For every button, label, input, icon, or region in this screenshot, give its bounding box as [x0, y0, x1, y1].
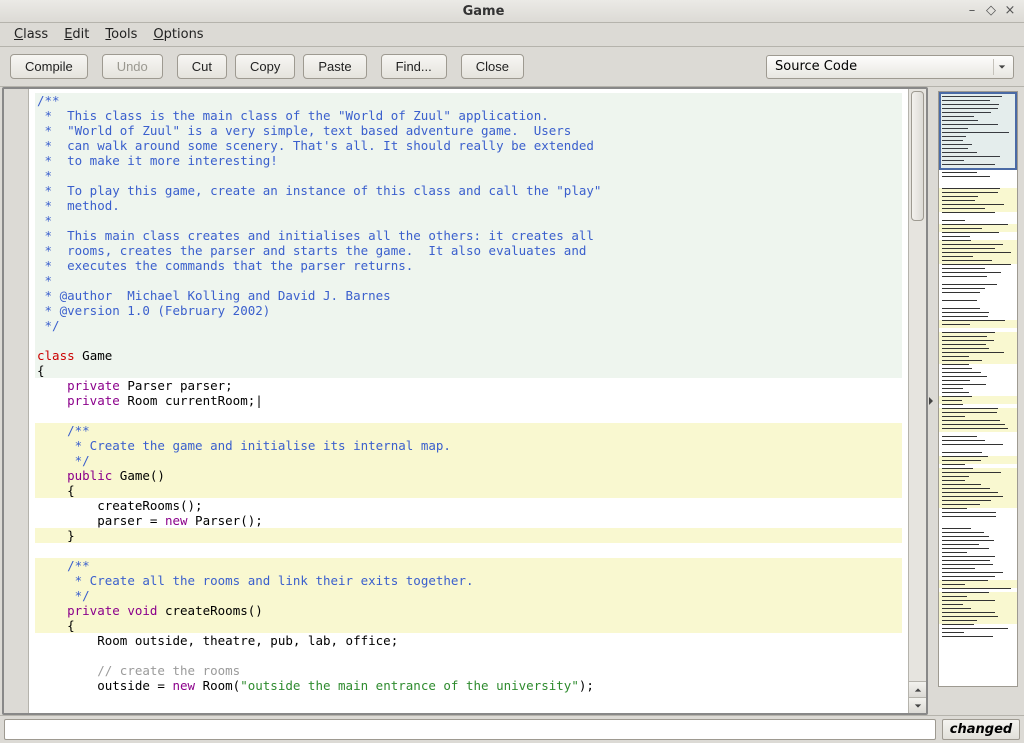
- toolbar: Compile Undo Cut Copy Paste Find... Clos…: [0, 47, 1024, 87]
- code-line[interactable]: * to make it more interesting!: [35, 153, 902, 168]
- code-line[interactable]: * To play this game, create an instance …: [35, 183, 902, 198]
- minimap-viewport[interactable]: [939, 92, 1017, 170]
- code-line[interactable]: [35, 648, 902, 663]
- code-line[interactable]: * rooms, creates the parser and starts t…: [35, 243, 902, 258]
- menubar: Class Edit Tools Options: [0, 23, 1024, 47]
- code-line[interactable]: private void createRooms(): [35, 603, 902, 618]
- paste-button[interactable]: Paste: [303, 54, 366, 79]
- menu-tools[interactable]: Tools: [99, 25, 143, 44]
- code-line[interactable]: class Game: [35, 348, 902, 363]
- scrollbar-thumb[interactable]: [911, 91, 924, 221]
- code-line[interactable]: {: [35, 618, 902, 633]
- close-button[interactable]: Close: [461, 54, 524, 79]
- status-message: [4, 719, 936, 740]
- code-line[interactable]: */: [35, 318, 902, 333]
- editor-frame: /** * This class is the main class of th…: [2, 87, 928, 715]
- code-line[interactable]: private Parser parser;: [35, 378, 902, 393]
- code-line[interactable]: /**: [35, 93, 902, 108]
- minimap-panel: [934, 87, 1022, 715]
- statusbar: changed: [0, 715, 1024, 743]
- copy-button[interactable]: Copy: [235, 54, 295, 79]
- maximize-button[interactable]: ◇: [983, 3, 999, 19]
- code-line[interactable]: Room outside, theatre, pub, lab, office;: [35, 633, 902, 648]
- scroll-up-button[interactable]: [909, 681, 926, 697]
- code-line[interactable]: {: [35, 363, 902, 378]
- code-line[interactable]: [35, 543, 902, 558]
- code-line[interactable]: [35, 333, 902, 348]
- code-line[interactable]: * method.: [35, 198, 902, 213]
- code-line[interactable]: outside = new Room("outside the main ent…: [35, 678, 902, 693]
- code-line[interactable]: * Create all the rooms and link their ex…: [35, 573, 902, 588]
- code-line[interactable]: * This class is the main class of the "W…: [35, 108, 902, 123]
- code-line[interactable]: *: [35, 168, 902, 183]
- main-area: /** * This class is the main class of th…: [0, 87, 1024, 715]
- code-line[interactable]: */: [35, 453, 902, 468]
- breakpoint-gutter[interactable]: [4, 89, 29, 713]
- code-line[interactable]: */: [35, 588, 902, 603]
- code-line[interactable]: /**: [35, 423, 902, 438]
- code-line[interactable]: parser = new Parser();: [35, 513, 902, 528]
- status-changed-badge: changed: [942, 719, 1020, 740]
- chevron-down-icon: [993, 59, 1009, 75]
- menu-class[interactable]: Class: [8, 25, 54, 44]
- scroll-down-button[interactable]: [909, 697, 926, 713]
- code-line[interactable]: * can walk around some scenery. That's a…: [35, 138, 902, 153]
- window-title: Game: [6, 4, 961, 19]
- menu-edit[interactable]: Edit: [58, 25, 95, 44]
- code-line[interactable]: // create the rooms: [35, 663, 902, 678]
- minimize-button[interactable]: –: [964, 3, 980, 19]
- code-line[interactable]: * executes the commands that the parser …: [35, 258, 902, 273]
- close-window-button[interactable]: ×: [1002, 3, 1018, 19]
- code-line[interactable]: * @version 1.0 (February 2002): [35, 303, 902, 318]
- titlebar: Game – ◇ ×: [0, 0, 1024, 23]
- code-line[interactable]: private Room currentRoom;|: [35, 393, 902, 408]
- view-dropdown-label: Source Code: [775, 59, 993, 74]
- code-line[interactable]: * @author Michael Kolling and David J. B…: [35, 288, 902, 303]
- view-dropdown[interactable]: Source Code: [766, 55, 1014, 79]
- compile-button[interactable]: Compile: [10, 54, 88, 79]
- code-line[interactable]: }: [35, 528, 902, 543]
- code-line[interactable]: * This main class creates and initialise…: [35, 228, 902, 243]
- code-line[interactable]: *: [35, 213, 902, 228]
- code-line[interactable]: public Game(): [35, 468, 902, 483]
- code-line[interactable]: * "World of Zuul" is a very simple, text…: [35, 123, 902, 138]
- code-line[interactable]: {: [35, 483, 902, 498]
- find-button[interactable]: Find...: [381, 54, 447, 79]
- minimap[interactable]: [938, 91, 1018, 687]
- vertical-scrollbar[interactable]: [908, 89, 926, 713]
- menu-options[interactable]: Options: [147, 25, 209, 44]
- undo-button[interactable]: Undo: [102, 54, 163, 79]
- code-line[interactable]: createRooms();: [35, 498, 902, 513]
- code-line[interactable]: [35, 408, 902, 423]
- code-line[interactable]: /**: [35, 558, 902, 573]
- code-line[interactable]: * Create the game and initialise its int…: [35, 438, 902, 453]
- cut-button[interactable]: Cut: [177, 54, 227, 79]
- code-editor[interactable]: /** * This class is the main class of th…: [29, 89, 908, 713]
- code-line[interactable]: *: [35, 273, 902, 288]
